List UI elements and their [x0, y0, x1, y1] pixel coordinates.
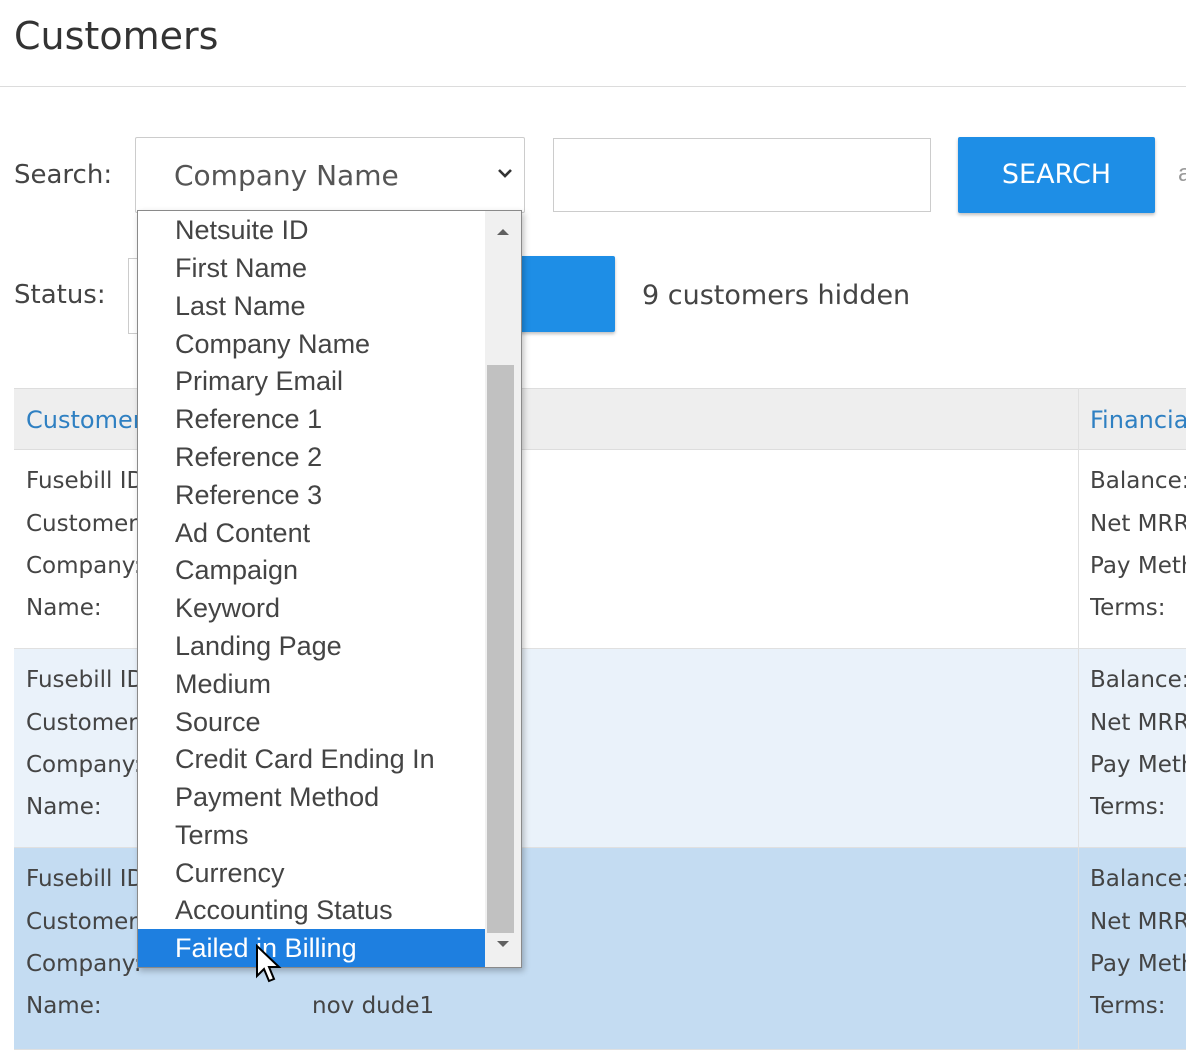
dropdown-option-reference-3[interactable]: Reference 3	[138, 476, 485, 514]
balance-label: Balance:	[1090, 468, 1186, 494]
fusebill-id-label: Fusebill ID	[26, 468, 145, 494]
header-customer[interactable]: Customer	[26, 406, 150, 434]
dropdown-option-ad-content[interactable]: Ad Content	[138, 514, 485, 552]
balance-label: Balance:	[1090, 667, 1186, 693]
customer-label: Customer	[26, 909, 138, 935]
search-button[interactable]: SEARCH	[958, 137, 1155, 213]
dropdown-option-source[interactable]: Source	[138, 703, 485, 741]
scroll-down-arrow-icon[interactable]	[497, 941, 509, 947]
page-title: Customers	[14, 14, 219, 58]
dropdown-option-landing-page[interactable]: Landing Page	[138, 627, 485, 665]
balance-label: Balance:	[1090, 866, 1186, 892]
dropdown-option-terms[interactable]: Terms	[138, 816, 485, 854]
status-label: Status:	[14, 280, 106, 310]
name-label: Name:	[26, 794, 102, 820]
terms-label: Terms:	[1090, 794, 1166, 820]
customer-label: Customer	[26, 710, 138, 736]
chevron-down-icon	[498, 169, 512, 178]
search-input[interactable]	[553, 138, 931, 212]
dropdown-option-reference-1[interactable]: Reference 1	[138, 400, 485, 438]
dropdown-option-credit-card-ending-in[interactable]: Credit Card Ending In	[138, 740, 485, 778]
truncated-text: a	[1178, 160, 1186, 187]
terms-label: Terms:	[1090, 993, 1166, 1019]
dropdown-option-medium[interactable]: Medium	[138, 665, 485, 703]
dropdown-option-keyword[interactable]: Keyword	[138, 589, 485, 627]
dropdown-option-primary-email[interactable]: Primary Email	[138, 362, 485, 400]
fusebill-id-label: Fusebill ID	[26, 866, 145, 892]
search-field-select[interactable]: Company Name	[135, 137, 525, 213]
dropdown-option-campaign[interactable]: Campaign	[138, 551, 485, 589]
company-label: Company:	[26, 951, 142, 977]
scrollbar-thumb[interactable]	[487, 365, 514, 933]
dropdown-option-reference-2[interactable]: Reference 2	[138, 438, 485, 476]
column-divider	[1078, 388, 1079, 1050]
net-mrr-label: Net MRR	[1090, 511, 1186, 537]
dropdown-option-company-name[interactable]: Company Name	[138, 325, 485, 363]
terms-label: Terms:	[1090, 595, 1166, 621]
dropdown-option-netsuite-id[interactable]: Netsuite ID	[138, 211, 485, 249]
company-label: Company:	[26, 553, 142, 579]
dropdown-option-first-name[interactable]: First Name	[138, 249, 485, 287]
dropdown-scrollbar[interactable]	[485, 211, 521, 967]
title-divider	[0, 86, 1186, 87]
name-label: Name:	[26, 993, 102, 1019]
dropdown-option-payment-method[interactable]: Payment Method	[138, 778, 485, 816]
customer-label: Customer	[26, 511, 138, 537]
net-mrr-label: Net MRR	[1090, 909, 1186, 935]
pay-method-label: Pay Meth	[1090, 553, 1186, 579]
hidden-customers-note: 9 customers hidden	[642, 280, 911, 311]
pay-method-label: Pay Meth	[1090, 752, 1186, 778]
search-field-selected-value: Company Name	[174, 159, 399, 192]
dropdown-option-failed-in-billing[interactable]: Failed in Billing	[138, 929, 485, 967]
dropdown-option-last-name[interactable]: Last Name	[138, 287, 485, 325]
company-label: Company:	[26, 752, 142, 778]
name-label: Name:	[26, 595, 102, 621]
scroll-up-arrow-icon[interactable]	[497, 229, 509, 235]
mouse-cursor-icon	[256, 944, 282, 983]
pay-method-label: Pay Meth	[1090, 951, 1186, 977]
header-financial[interactable]: Financial	[1090, 406, 1186, 434]
dropdown-option-currency[interactable]: Currency	[138, 854, 485, 892]
dropdown-option-accounting-status[interactable]: Accounting Status	[138, 891, 485, 929]
net-mrr-label: Net MRR	[1090, 710, 1186, 736]
search-label: Search:	[14, 160, 113, 190]
fusebill-id-label: Fusebill ID	[26, 667, 145, 693]
name-value: nov dude1	[312, 993, 435, 1019]
search-field-dropdown-list[interactable]: Netsuite ID First Name Last Name Company…	[137, 210, 522, 968]
